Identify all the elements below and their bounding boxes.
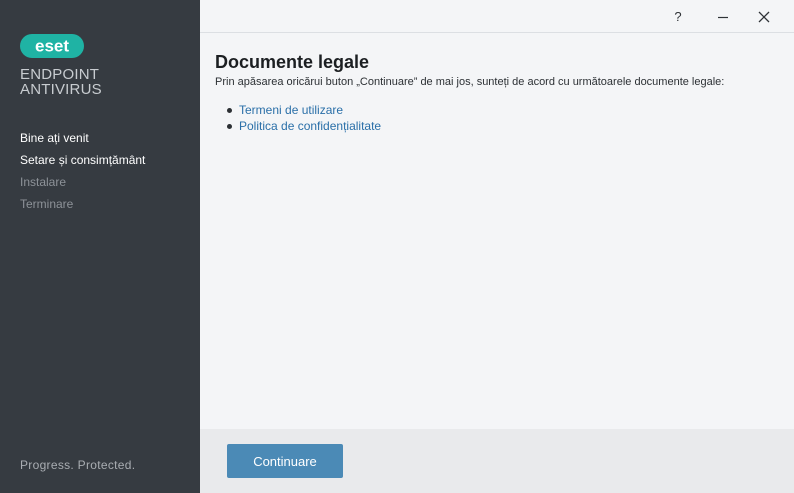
minimize-icon bbox=[718, 16, 728, 18]
page-subtitle: Prin apăsarea oricărui buton „Continuare… bbox=[215, 76, 725, 88]
tagline: Progress. Protected. bbox=[20, 458, 136, 472]
titlebar: ? bbox=[200, 0, 794, 33]
step-setup-consent[interactable]: Setare și consimțământ bbox=[20, 152, 145, 174]
page-title: Documente legale bbox=[215, 52, 370, 72]
step-welcome[interactable]: Bine ați venit bbox=[20, 130, 145, 152]
step-finish: Terminare bbox=[20, 197, 74, 211]
help-button[interactable]: ? bbox=[660, 0, 696, 33]
svg-text:eset: eset bbox=[35, 37, 69, 56]
main-panel: ? Documente legale Prin apăsarea oricăru… bbox=[200, 0, 794, 493]
sidebar: eset ENDPOINT ANTIVIRUS Bine ați venit S… bbox=[0, 0, 200, 493]
terms-of-use-link[interactable]: Termeni de utilizare bbox=[239, 103, 343, 117]
footer: Continuare bbox=[200, 429, 794, 493]
product-name-line2: ANTIVIRUS bbox=[20, 81, 102, 98]
privacy-policy-link[interactable]: Politica de confidențialitate bbox=[239, 119, 381, 133]
close-button[interactable] bbox=[746, 0, 782, 33]
step-install: Instalare bbox=[20, 175, 67, 189]
list-item: Politica de confidențialitate bbox=[227, 118, 785, 134]
help-icon: ? bbox=[674, 9, 682, 24]
bullet-icon bbox=[227, 108, 232, 113]
setup-steps: Bine ați venit Setare și consimțământ In… bbox=[20, 130, 145, 218]
product-name: ENDPOINT ANTIVIRUS bbox=[20, 67, 102, 97]
list-item: Termeni de utilizare bbox=[227, 102, 785, 118]
legal-documents-list: Termeni de utilizare Politica de confide… bbox=[215, 102, 785, 134]
product-name-line1: ENDPOINT bbox=[20, 66, 100, 83]
close-icon bbox=[758, 11, 770, 22]
content: Documente legale Prin apăsarea oricărui … bbox=[215, 52, 785, 134]
continue-button[interactable]: Continuare bbox=[227, 444, 343, 478]
bullet-icon bbox=[227, 124, 232, 129]
eset-logo: eset bbox=[20, 34, 84, 58]
minimize-button[interactable] bbox=[705, 0, 741, 33]
